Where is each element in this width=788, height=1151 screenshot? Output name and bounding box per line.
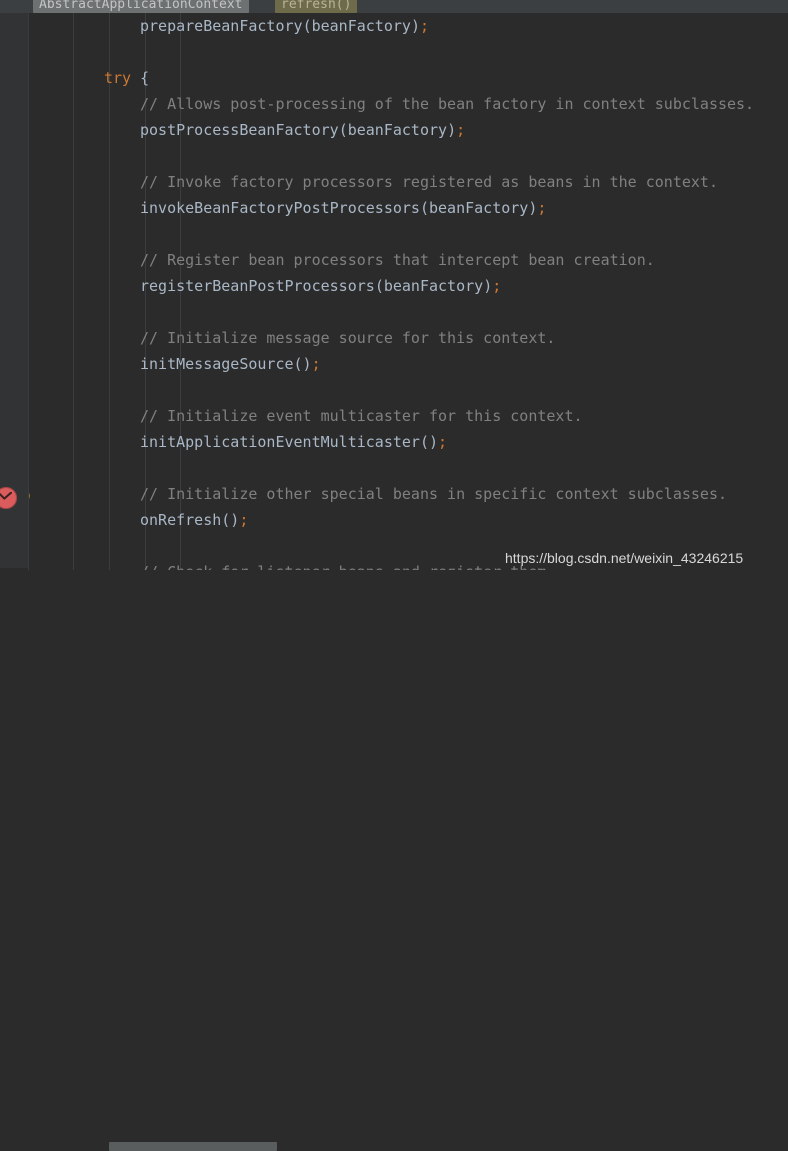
code-token-id: postProcessBeanFactory xyxy=(140,121,339,139)
horizontal-scrollbar-thumb[interactable] xyxy=(109,1142,277,1151)
code-token-id: onRefresh xyxy=(140,511,222,529)
code-token-brace: ( xyxy=(419,199,429,217)
code-line[interactable]: // Initialize message source for this co… xyxy=(28,325,788,351)
code-line-text: // Initialize other special beans in spe… xyxy=(28,481,788,507)
code-line[interactable] xyxy=(28,299,788,325)
watermark-url: https://blog.csdn.net/weixin_43246215 xyxy=(505,550,744,566)
code-token-id: beanFactory xyxy=(429,199,529,217)
code-line-text: // Initialize event multicaster for this… xyxy=(28,403,788,429)
code-token-punc: ; xyxy=(492,277,502,295)
code-token-kw: try xyxy=(104,69,132,87)
code-line-text: prepareBeanFactory(beanFactory); xyxy=(28,13,788,39)
code-line-text: // Allows post-processing of the bean fa… xyxy=(28,91,788,117)
code-token-brace: ( xyxy=(302,17,312,35)
code-token-cmt: // Invoke factory processors registered … xyxy=(140,173,718,191)
code-line[interactable]: initApplicationEventMulticaster(); xyxy=(28,429,788,455)
code-token-brace: ) xyxy=(410,17,420,35)
code-line-text: initMessageSource(); xyxy=(28,351,788,377)
code-token-id xyxy=(131,69,140,87)
code-token-cmt: // Initialize other special beans in spe… xyxy=(140,485,727,503)
code-token-punc: ; xyxy=(537,199,547,217)
code-line[interactable]: registerBeanPostProcessors(beanFactory); xyxy=(28,273,788,299)
code-line[interactable]: // Initialize other special beans in spe… xyxy=(28,481,788,507)
code-line[interactable] xyxy=(28,377,788,403)
code-token-punc: ; xyxy=(438,433,448,451)
code-token-id: initApplicationEventMulticaster xyxy=(140,433,420,451)
code-token-brace: () xyxy=(221,511,240,529)
code-line[interactable]: // Initialize event multicaster for this… xyxy=(28,403,788,429)
code-token-cmt: // Allows post-processing of the bean fa… xyxy=(140,95,755,113)
code-token-id: registerBeanPostProcessors xyxy=(140,277,375,295)
code-line-text: // Initialize message source for this co… xyxy=(28,325,788,351)
code-line-text: postProcessBeanFactory(beanFactory); xyxy=(28,117,788,143)
code-line-text: registerBeanPostProcessors(beanFactory); xyxy=(28,273,788,299)
code-token-cmt: // Initialize event multicaster for this… xyxy=(140,407,583,425)
code-line[interactable]: try { xyxy=(28,65,788,91)
code-line[interactable]: initMessageSource(); xyxy=(28,351,788,377)
code-lines[interactable]: prepareBeanFactory(beanFactory); try {//… xyxy=(28,13,788,570)
code-token-punc: ; xyxy=(419,17,429,35)
code-token-id: invokeBeanFactoryPostProcessors xyxy=(140,199,420,217)
code-line[interactable]: // Register bean processors that interce… xyxy=(28,247,788,273)
code-token-brace: ) xyxy=(447,121,457,139)
breadcrumb-item-method[interactable]: refresh() xyxy=(275,0,358,13)
code-token-brace: ) xyxy=(483,277,493,295)
horizontal-scrollbar-track[interactable] xyxy=(28,570,788,1151)
code-line[interactable]: postProcessBeanFactory(beanFactory); xyxy=(28,117,788,143)
code-token-brace: { xyxy=(140,69,150,87)
code-line-text: // Register bean processors that interce… xyxy=(28,247,788,273)
code-token-punc: ; xyxy=(456,121,466,139)
code-token-punc: ; xyxy=(239,511,249,529)
code-token-id: beanFactory xyxy=(311,17,411,35)
gutter-divider xyxy=(28,13,29,570)
code-line[interactable] xyxy=(28,221,788,247)
code-line-text: invokeBeanFactoryPostProcessors(beanFact… xyxy=(28,195,788,221)
code-line[interactable] xyxy=(28,143,788,169)
code-line-text: onRefresh(); xyxy=(28,507,788,533)
code-token-cmt: // Check for listener beans and register… xyxy=(140,563,555,570)
code-token-cmt: // Initialize message source for this co… xyxy=(140,329,556,347)
code-token-id: beanFactory xyxy=(347,121,448,139)
code-line[interactable]: // Invoke factory processors registered … xyxy=(28,169,788,195)
code-token-brace: ( xyxy=(338,121,348,139)
code-line-text: initApplicationEventMulticaster(); xyxy=(28,429,788,455)
code-token-id: beanFactory xyxy=(383,277,484,295)
code-token-id: initMessageSource xyxy=(140,355,294,373)
code-token-cmt: // Register bean processors that interce… xyxy=(140,251,655,269)
code-token-brace: ( xyxy=(374,277,384,295)
code-token-punc: ; xyxy=(311,355,321,373)
code-token-brace: () xyxy=(293,355,312,373)
breakpoint-check-glyph xyxy=(0,492,12,500)
code-line[interactable] xyxy=(28,455,788,481)
code-token-id: prepareBeanFactory xyxy=(140,17,303,35)
code-line[interactable] xyxy=(28,39,788,65)
code-line[interactable]: invokeBeanFactoryPostProcessors(beanFact… xyxy=(28,195,788,221)
breadcrumb[interactable]: AbstractApplicationContext refresh() xyxy=(0,0,788,13)
code-line[interactable]: prepareBeanFactory(beanFactory); xyxy=(28,13,788,39)
code-line[interactable]: onRefresh(); xyxy=(28,507,788,533)
code-token-brace: () xyxy=(419,433,439,451)
code-line-text: try { xyxy=(28,65,788,91)
code-editor-surface[interactable]: prepareBeanFactory(beanFactory); try {//… xyxy=(28,13,788,570)
code-line[interactable]: // Allows post-processing of the bean fa… xyxy=(28,91,788,117)
breadcrumb-item-class[interactable]: AbstractApplicationContext xyxy=(33,0,249,13)
breakpoint-gutter[interactable] xyxy=(0,13,28,568)
breakpoint-icon[interactable] xyxy=(0,487,17,509)
code-line-text: // Invoke factory processors registered … xyxy=(28,169,788,195)
